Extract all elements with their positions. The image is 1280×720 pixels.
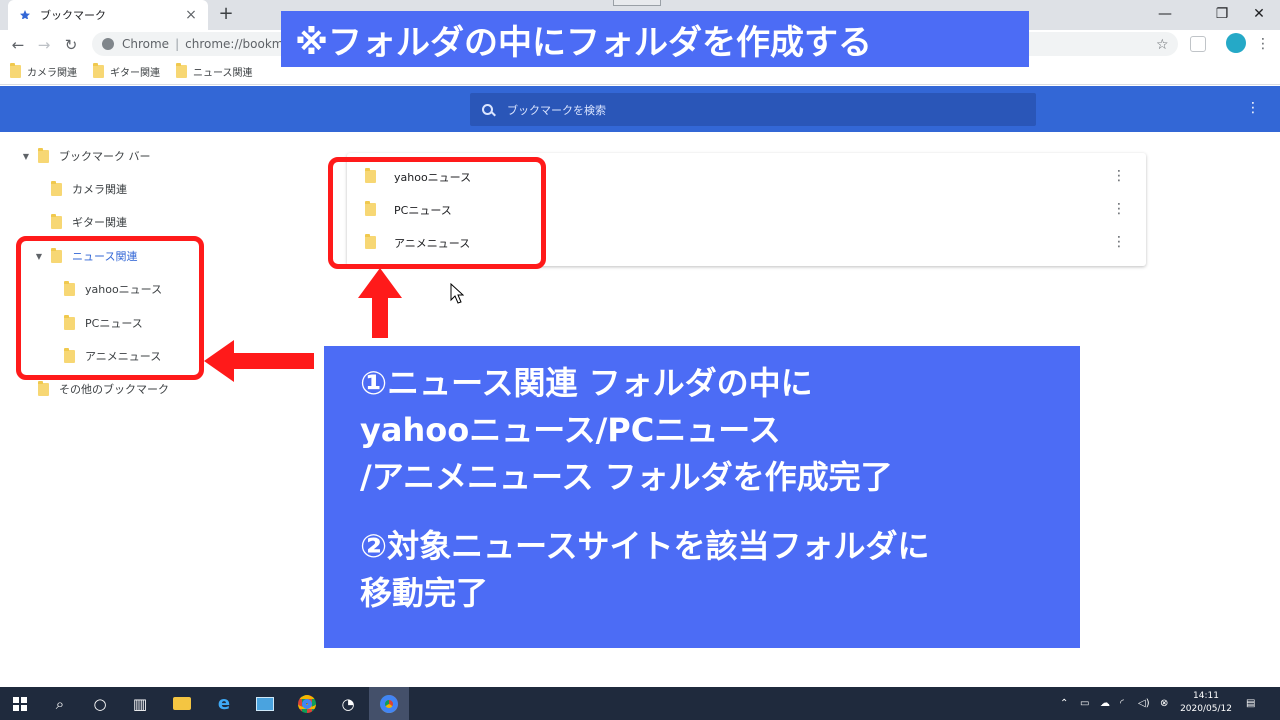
notification-icon[interactable]: ▤ xyxy=(1246,687,1255,720)
battery-icon[interactable]: ▭ xyxy=(1080,687,1089,720)
highlight-box-tree xyxy=(16,236,204,380)
info-box: ①ニュース関連 フォルダの中に yahooニュース/PCニュース /アニメニュー… xyxy=(324,346,1080,648)
omnibox-separator: | xyxy=(175,37,180,51)
folder-icon xyxy=(38,380,49,396)
search-icon xyxy=(482,104,493,115)
back-button[interactable]: ← xyxy=(7,34,29,56)
tray-chevron-icon[interactable]: ⌃ xyxy=(1060,687,1068,720)
tree-item-label: ギター関連 xyxy=(72,216,127,229)
folder-icon xyxy=(38,147,49,163)
bookmarks-bar-item[interactable]: カメラ関連 xyxy=(10,62,77,79)
bookmark-star-icon[interactable]: ☆ xyxy=(1156,37,1169,53)
extension-icon[interactable] xyxy=(1190,36,1206,52)
search-placeholder: ブックマークを検索 xyxy=(507,103,606,117)
avatar[interactable] xyxy=(1226,33,1246,53)
task-view-icon[interactable]: ▥ xyxy=(120,687,160,720)
app-icon[interactable] xyxy=(245,687,285,720)
file-explorer-icon[interactable] xyxy=(162,687,202,720)
bookmarks-bar-label: ニュース関連 xyxy=(193,67,253,79)
folder-icon xyxy=(176,62,187,78)
caret-down-icon[interactable]: ▼ xyxy=(20,152,32,161)
omnibox-site: Chrome xyxy=(122,37,170,51)
title-banner: ※フォルダの中にフォルダを作成する xyxy=(281,11,1029,67)
more-options-icon[interactable]: ⋮ xyxy=(1246,100,1260,116)
chrome-icon[interactable] xyxy=(287,687,327,720)
info-line: /アニメニュース フォルダを作成完了 xyxy=(360,458,893,496)
cloud-icon[interactable]: ☁ xyxy=(1100,687,1110,720)
arrow-up-icon xyxy=(358,268,402,338)
chrome-icon xyxy=(102,38,114,50)
more-options-icon[interactable]: ⋮ xyxy=(1112,168,1126,184)
internet-explorer-icon[interactable]: e xyxy=(204,687,244,720)
network-off-icon[interactable]: ⊗ xyxy=(1160,687,1168,720)
close-window-button[interactable]: ✕ xyxy=(1236,0,1280,28)
tree-item-bookmarks-bar[interactable]: ▼ ブックマーク バー xyxy=(20,144,151,168)
info-line: 移動完了 xyxy=(360,574,489,612)
tree-item-label: カメラ関連 xyxy=(72,183,127,196)
info-line: ②対象ニュースサイトを該当フォルダに xyxy=(360,527,930,565)
cortana-icon[interactable]: ○ xyxy=(80,687,120,720)
new-tab-button[interactable]: + xyxy=(216,4,236,26)
info-line: yahooニュース/PCニュース xyxy=(360,411,781,449)
info-line: ①ニュース関連 フォルダの中に xyxy=(360,364,813,402)
tree-item-label: その他のブックマーク xyxy=(59,383,169,396)
bookmarks-bar-item[interactable]: ギター関連 xyxy=(93,62,160,79)
bookmarks-bar-label: ギター関連 xyxy=(110,67,160,79)
media-app-icon[interactable]: ◔ xyxy=(328,687,368,720)
search-input[interactable]: ブックマークを検索 xyxy=(470,93,1036,126)
clock-time: 14:11 xyxy=(1193,691,1219,701)
highlight-box-list xyxy=(328,157,546,269)
reload-button[interactable]: ↻ xyxy=(60,34,82,56)
minimize-button[interactable]: — xyxy=(1142,0,1188,28)
folder-icon xyxy=(51,180,62,196)
more-options-icon[interactable]: ⋮ xyxy=(1112,201,1126,217)
tree-item-label: ブックマーク バー xyxy=(59,150,151,163)
folder-icon xyxy=(93,62,104,78)
taskbar-clock[interactable]: 14:11 2020/05/12 xyxy=(1178,690,1234,716)
windows-start-icon[interactable] xyxy=(0,687,40,720)
bookmarks-bar-label: カメラ関連 xyxy=(27,67,77,79)
tree-item-guitar[interactable]: ギター関連 xyxy=(51,210,127,234)
more-options-icon[interactable]: ⋮ xyxy=(1112,234,1126,250)
tree-item-camera[interactable]: カメラ関連 xyxy=(51,177,127,201)
bookmarks-bar-item[interactable]: ニュース関連 xyxy=(176,62,253,79)
folder-icon xyxy=(51,213,62,229)
volume-icon[interactable]: ◁) xyxy=(1138,687,1150,720)
arrow-left-icon xyxy=(204,340,314,382)
folder-icon xyxy=(10,62,21,78)
page-title: ブックマーク xyxy=(20,17,104,33)
forward-button[interactable]: → xyxy=(33,34,55,56)
mouse-cursor-icon xyxy=(450,283,464,304)
wifi-icon[interactable]: ◜ xyxy=(1120,687,1124,720)
taskbar: ⌕ ○ ▥ e ◔ ⌃ ▭ ☁ ◜ ◁) ⊗ ▤ xyxy=(0,687,1280,720)
chrome-active-icon[interactable] xyxy=(369,687,409,720)
search-icon[interactable]: ⌕ xyxy=(40,687,80,720)
drag-handle xyxy=(613,0,661,6)
chrome-menu-icon[interactable]: ⋮ xyxy=(1256,36,1270,52)
close-icon[interactable]: × xyxy=(184,7,198,23)
clock-date: 2020/05/12 xyxy=(1180,704,1232,714)
tree-item-other-bookmarks[interactable]: その他のブックマーク xyxy=(38,377,169,401)
